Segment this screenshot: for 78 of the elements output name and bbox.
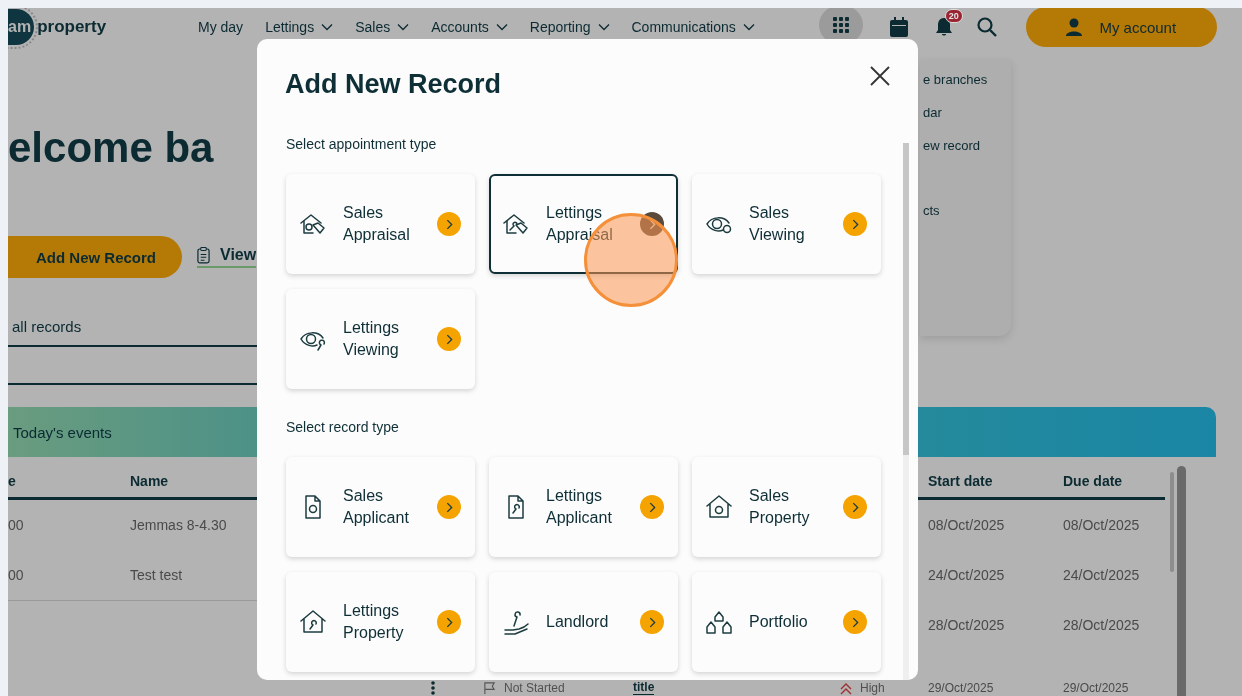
record-type-card[interactable]: Sales Property xyxy=(692,457,881,557)
person-icon xyxy=(1066,18,1083,36)
table-cell: 08/Oct/2025 xyxy=(928,517,1005,533)
chevron-right-icon xyxy=(437,327,461,351)
task-title-link[interactable]: title xyxy=(633,681,655,695)
flag-icon xyxy=(483,682,496,695)
close-button[interactable] xyxy=(869,64,891,87)
table-cell: 29/Oct/2025 xyxy=(928,682,994,695)
record-type-icon xyxy=(299,608,327,636)
chevron-right-icon xyxy=(640,610,664,634)
menu-item[interactable]: dar xyxy=(920,104,1011,137)
record-type-card[interactable]: Portfolio xyxy=(692,572,881,672)
chevron-right-icon xyxy=(437,610,461,634)
chevron-right-icon xyxy=(437,212,461,236)
table-cell: Jemmas 8-4.30 xyxy=(130,517,227,533)
events-title: Today's events xyxy=(13,423,112,441)
grid-icon xyxy=(832,17,849,33)
chevron-down-icon xyxy=(597,23,610,31)
table-cell: 24/Oct/2025 xyxy=(928,567,1005,583)
add-record-button[interactable]: Add New Record xyxy=(8,236,182,278)
record-type-card[interactable]: Sales Viewing xyxy=(692,174,881,274)
chevron-down-icon xyxy=(742,23,755,31)
table-cell: 24/Oct/2025 xyxy=(1063,567,1140,583)
table-cell: 08/Oct/2025 xyxy=(1063,517,1140,533)
record-type-icon xyxy=(705,493,733,521)
dialog-title: Add New Record xyxy=(285,69,502,100)
record-type-icon xyxy=(502,608,530,636)
record-type-card[interactable]: Lettings Applicant xyxy=(489,457,678,557)
record-type-card[interactable]: Lettings Viewing xyxy=(286,289,475,389)
table-cell: 00 xyxy=(8,567,24,583)
nav-link[interactable]: Accounts xyxy=(431,19,508,35)
chevron-down-icon xyxy=(495,23,508,31)
chevron-right-icon xyxy=(843,495,867,519)
nav-link[interactable]: Communications xyxy=(631,19,755,35)
calendar-icon[interactable] xyxy=(889,17,908,37)
record-type-card[interactable]: Sales Appraisal xyxy=(286,174,475,274)
notification-badge: 20 xyxy=(944,9,963,23)
clipboard-icon xyxy=(197,246,210,264)
more-options-icon[interactable] xyxy=(431,681,435,695)
chevron-right-icon xyxy=(843,610,867,634)
section-label: Select record type xyxy=(286,419,400,435)
chevron-right-icon xyxy=(437,495,461,519)
chevron-right-icon xyxy=(640,212,664,236)
menu-item[interactable]: ew record xyxy=(920,137,1011,170)
welcome-heading: elcome ba xyxy=(8,123,214,173)
chevrons-up-icon xyxy=(840,682,852,695)
table-cell: 28/Oct/2025 xyxy=(928,617,1005,633)
table-cell: 00 xyxy=(8,517,24,533)
table-cell: 28/Oct/2025 xyxy=(1063,617,1140,633)
bell-icon[interactable] xyxy=(934,17,953,37)
column-header[interactable]: e xyxy=(8,473,16,489)
account-button[interactable]: My account xyxy=(1025,8,1217,47)
table-cell: 29/Oct/2025 xyxy=(1063,682,1129,695)
column-header[interactable]: Name xyxy=(130,473,169,489)
status-text: Not Started xyxy=(504,682,565,695)
nav-link[interactable]: Sales xyxy=(355,19,410,35)
search-icon[interactable] xyxy=(976,17,997,37)
scrollbar[interactable] xyxy=(903,143,909,680)
record-type-card[interactable]: Lettings Property xyxy=(286,572,475,672)
chevron-right-icon xyxy=(843,212,867,236)
chevron-right-icon xyxy=(640,495,664,519)
chevron-down-icon xyxy=(397,23,410,31)
nav-link[interactable]: Lettings xyxy=(265,19,334,35)
menu-item[interactable]: cts xyxy=(920,202,1011,235)
record-type-icon xyxy=(705,608,733,636)
priority-text: High xyxy=(860,682,885,695)
record-type-card[interactable]: Sales Applicant xyxy=(286,457,475,557)
menu-item[interactable]: e branches xyxy=(920,71,1011,104)
record-type-card[interactable]: Landlord xyxy=(489,572,678,672)
view-link[interactable]: View xyxy=(197,246,257,268)
column-header[interactable]: Due date xyxy=(1063,473,1123,489)
table-cell: Test test xyxy=(130,567,183,583)
column-header[interactable]: Start date xyxy=(928,473,993,489)
nav-link[interactable]: My day xyxy=(198,19,244,35)
logo-text[interactable]: property xyxy=(37,17,107,37)
section-label: Select appointment type xyxy=(286,136,438,152)
chevron-down-icon xyxy=(321,23,334,31)
nav-link[interactable]: Reporting xyxy=(529,19,610,35)
